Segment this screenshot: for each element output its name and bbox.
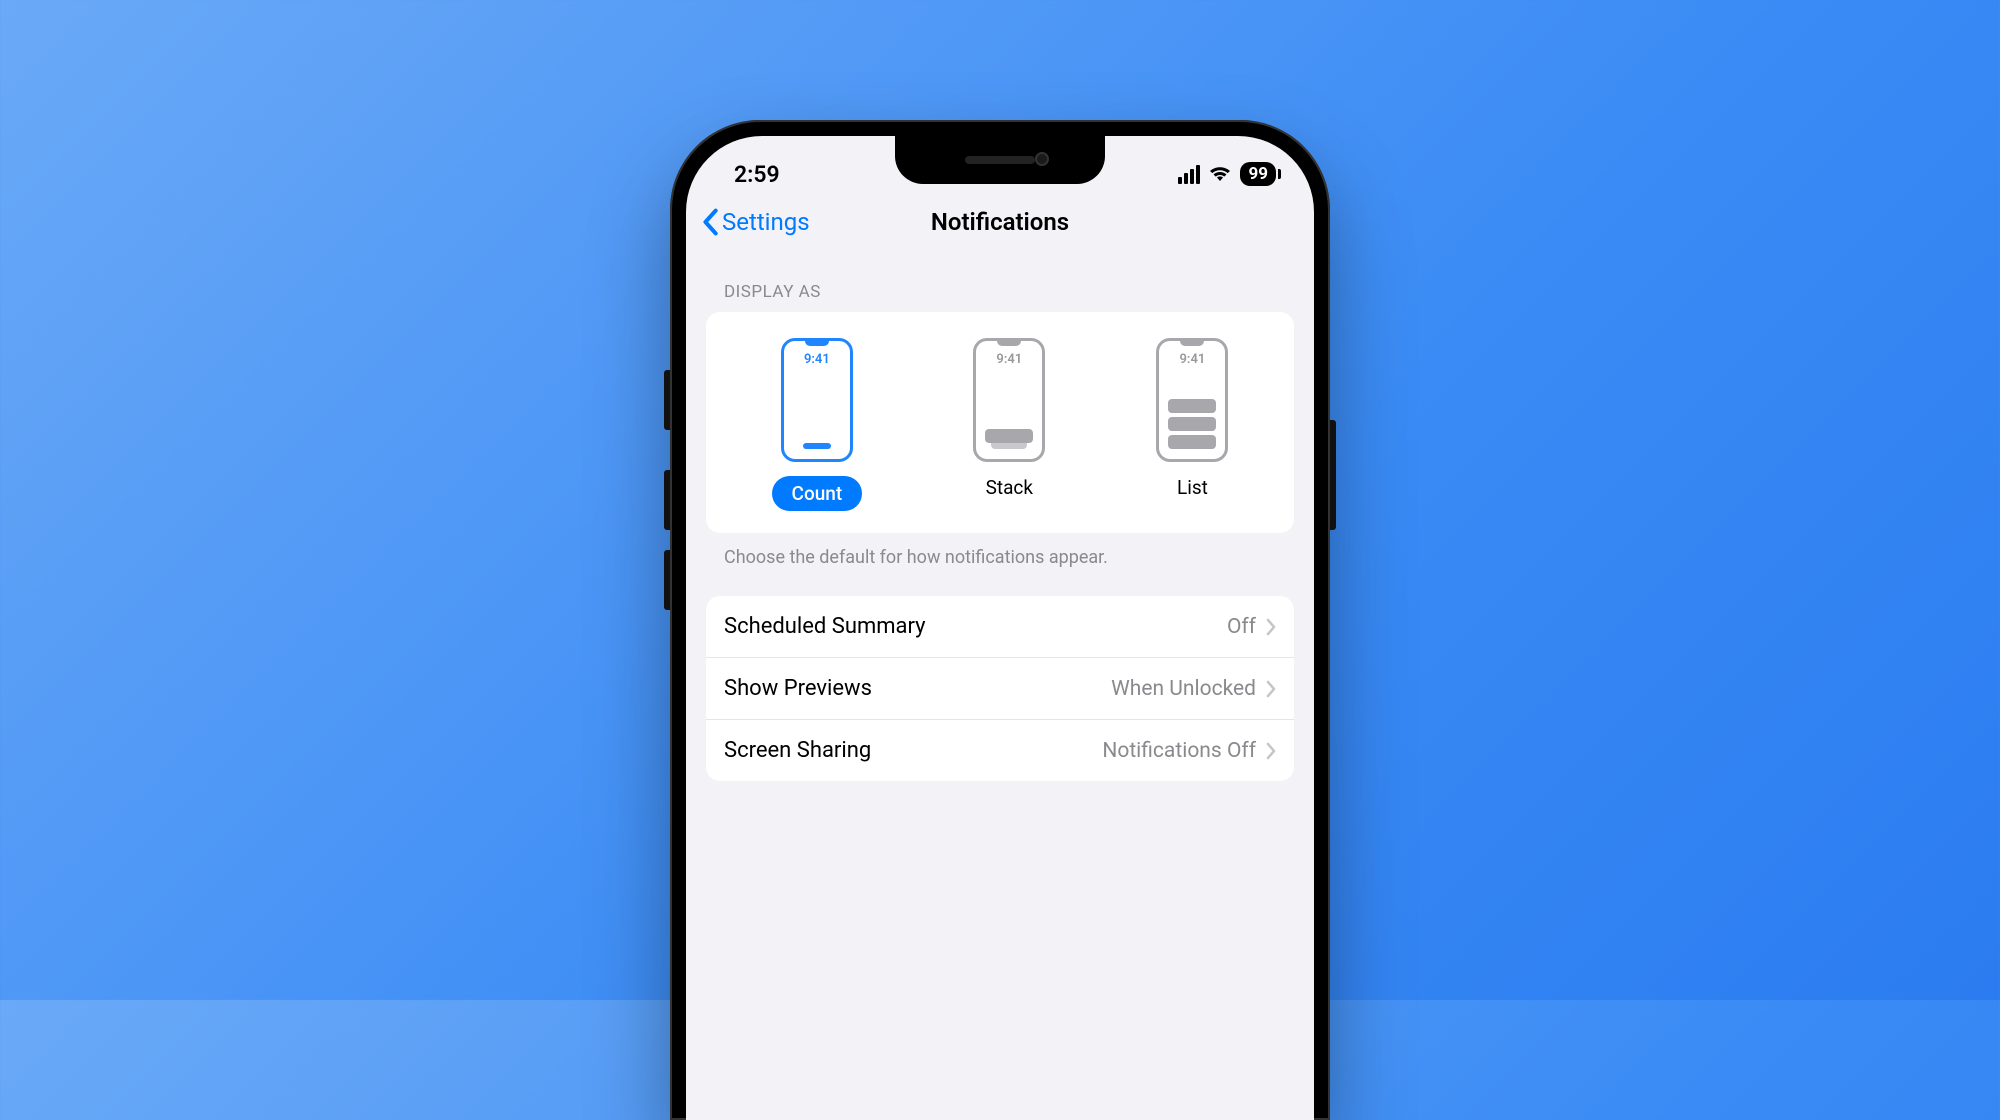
display-option-label: Count [772, 476, 863, 511]
settings-list: Scheduled Summary Off Show Previews When… [706, 596, 1294, 781]
row-value: When Unlocked [1111, 677, 1256, 701]
speaker-grill [965, 156, 1035, 164]
display-as-header: DISPLAY AS [724, 282, 1294, 302]
display-option-list[interactable]: 9:41 List [1156, 338, 1228, 511]
notch [895, 136, 1105, 184]
mini-time: 9:41 [804, 352, 830, 367]
battery-indicator: 99 [1240, 162, 1276, 186]
status-time: 2:59 [734, 161, 780, 188]
front-camera [1035, 152, 1049, 166]
chevron-right-icon [1266, 742, 1276, 760]
row-screen-sharing[interactable]: Screen Sharing Notifications Off [706, 720, 1294, 781]
mini-phone-stack-icon: 9:41 [973, 338, 1045, 462]
row-label: Scheduled Summary [724, 614, 926, 639]
chevron-right-icon [1266, 680, 1276, 698]
row-label: Screen Sharing [724, 738, 871, 763]
cellular-signal-icon [1176, 165, 1200, 184]
nav-bar: Settings Notifications [686, 196, 1314, 252]
row-value: Off [1227, 615, 1256, 639]
display-option-stack[interactable]: 9:41 Stack [973, 338, 1045, 511]
back-button[interactable]: Settings [702, 208, 810, 236]
row-value: Notifications Off [1102, 739, 1256, 763]
display-as-footer: Choose the default for how notifications… [724, 547, 1294, 568]
display-option-label: Stack [986, 476, 1033, 499]
mini-phone-count-icon: 9:41 [781, 338, 853, 462]
chevron-right-icon [1266, 618, 1276, 636]
chevron-left-icon [702, 208, 718, 236]
display-option-label: List [1177, 476, 1208, 499]
page-title: Notifications [931, 208, 1069, 236]
display-option-count[interactable]: 9:41 Count [772, 338, 863, 511]
mini-phone-list-icon: 9:41 [1156, 338, 1228, 462]
row-scheduled-summary[interactable]: Scheduled Summary Off [706, 596, 1294, 658]
phone-screen: 2:59 99 [686, 136, 1314, 1120]
row-label: Show Previews [724, 676, 872, 701]
mini-time: 9:41 [996, 352, 1022, 367]
wifi-icon [1208, 161, 1232, 188]
row-show-previews[interactable]: Show Previews When Unlocked [706, 658, 1294, 720]
back-label: Settings [722, 208, 810, 236]
display-as-card: 9:41 Count 9:41 [706, 312, 1294, 533]
mini-time: 9:41 [1180, 352, 1206, 367]
phone-frame: 2:59 99 [670, 120, 1330, 1120]
